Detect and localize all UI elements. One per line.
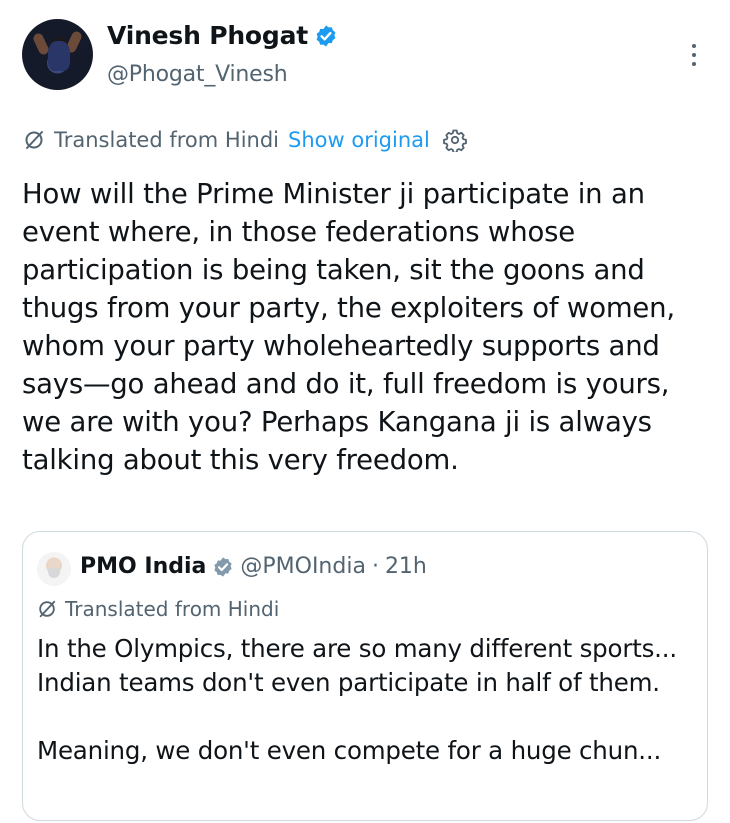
quoted-author-name[interactable]: PMO India [80, 551, 206, 583]
gear-icon[interactable] [442, 128, 467, 152]
quoted-paragraph: Meaning, we don't even compete for a hug… [37, 736, 662, 765]
quoted-tweet[interactable]: PMO India @PMOIndia · 21h Translated fro… [22, 531, 708, 821]
quoted-author-avatar[interactable] [37, 552, 71, 586]
show-original-link[interactable]: Show original [288, 125, 430, 155]
verified-badge-icon [214, 557, 232, 577]
author-name-row: Vinesh Phogat [107, 19, 338, 53]
tweet-text: How will the Prime Minister ji participa… [22, 178, 675, 476]
translate-slash-icon [25, 131, 43, 149]
quoted-author-handle[interactable]: @PMOIndia [240, 551, 366, 583]
translate-slash-icon [39, 600, 56, 618]
author-handle[interactable]: @Phogat_Vinesh [107, 60, 288, 90]
translation-label: Translated from Hindi [54, 128, 280, 152]
separator-dot: · [371, 554, 379, 579]
quoted-tweet-text: In the Olympics, there are so many diffe… [37, 632, 697, 768]
author-display-name[interactable]: Vinesh Phogat [107, 19, 308, 53]
quoted-paragraph: In the Olympics, there are so many diffe… [37, 634, 677, 697]
quoted-translation-row: Translated from Hindi [37, 594, 279, 624]
quoted-tweet-header: PMO India @PMOIndia · 21h [80, 551, 427, 583]
tweet-card: Vinesh Phogat @Phogat_Vinesh Translated … [0, 0, 730, 823]
verified-badge-icon [316, 25, 336, 47]
author-avatar[interactable] [22, 19, 93, 90]
translation-row: Translated from Hindi Show original [23, 125, 467, 155]
more-options-button[interactable] [684, 40, 704, 70]
more-vertical-icon [692, 44, 696, 48]
quoted-tweet-time[interactable]: 21h [385, 551, 427, 583]
quoted-translation-label: Translated from Hindi [65, 597, 280, 621]
